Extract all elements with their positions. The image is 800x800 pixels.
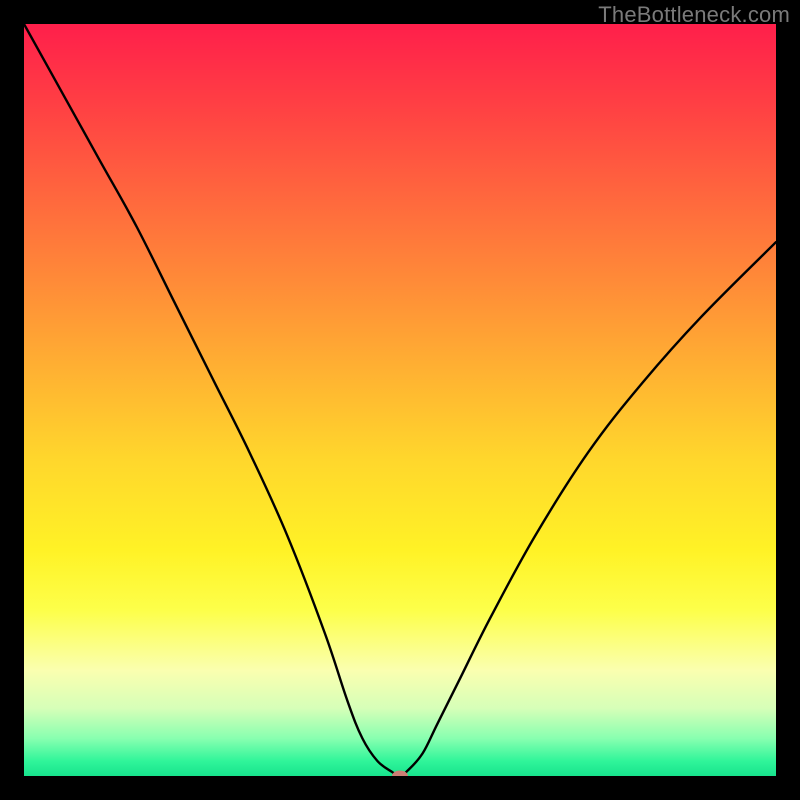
watermark-text: TheBottleneck.com [598,2,790,28]
plot-area [24,24,776,776]
bottleneck-curve [24,24,776,776]
curve-path [24,24,776,776]
optimal-point-marker [392,771,408,777]
chart-frame: TheBottleneck.com [0,0,800,800]
